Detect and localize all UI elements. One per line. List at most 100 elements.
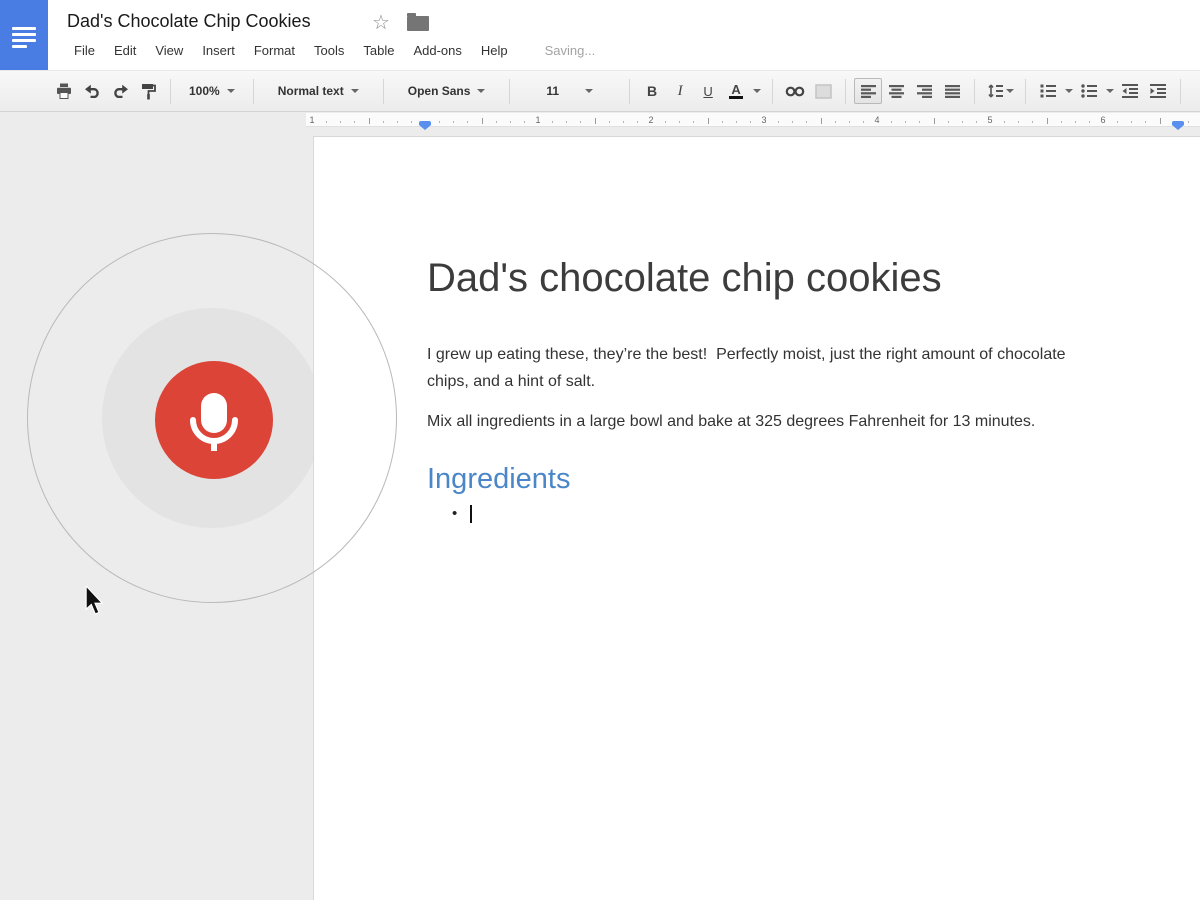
ruler-number: 5 (987, 115, 992, 125)
clear-formatting-button[interactable]: Tx (1189, 78, 1200, 104)
menu-item-insert[interactable]: Insert (199, 41, 238, 60)
bullet-list-item[interactable]: • (427, 502, 1153, 526)
menu-item-file[interactable]: File (71, 41, 98, 60)
docs-home-icon[interactable] (0, 0, 48, 70)
ruler-tick (919, 121, 920, 123)
decrease-indent-button[interactable] (1116, 78, 1144, 104)
menu-item-format[interactable]: Format (251, 41, 298, 60)
ruler-tick (1032, 121, 1033, 123)
dropdown-caret-icon (753, 89, 761, 93)
saving-status: Saving... (542, 41, 599, 60)
voice-typing-mic-button[interactable] (155, 361, 273, 479)
toolbar-separator (772, 79, 773, 104)
zoom-value: 100% (189, 84, 220, 98)
ruler-tick (750, 121, 751, 123)
font-family-select[interactable]: Open Sans (392, 78, 502, 104)
line-spacing-button[interactable] (983, 78, 1017, 104)
align-left-icon (861, 85, 876, 98)
align-justify-icon (945, 85, 960, 98)
paragraph-style-select[interactable]: Normal text (262, 78, 375, 104)
numbered-list-dropdown[interactable] (1062, 78, 1075, 104)
ruler-tick (482, 118, 483, 124)
menu-item-add-ons[interactable]: Add-ons (410, 41, 464, 60)
ruler-tick (1160, 118, 1161, 124)
ruler-tick (369, 118, 370, 124)
docs-home-icon-line (12, 39, 36, 42)
toolbar-separator (1180, 79, 1181, 104)
ruler-tick (580, 121, 581, 123)
document-title-field[interactable]: Dad's Chocolate Chip Cookies (67, 11, 311, 32)
ruler-tick (1004, 121, 1005, 123)
menu-item-table[interactable]: Table (360, 41, 397, 60)
google-docs-window: Dad's Chocolate Chip Cookies ☆ File Edit V… (0, 0, 1200, 900)
ruler-tick (566, 121, 567, 123)
toolbar-separator (509, 79, 510, 104)
ruler-tick (397, 121, 398, 123)
dropdown-caret-icon (585, 89, 593, 93)
align-justify-button[interactable] (938, 78, 966, 104)
ruler-tick (439, 121, 440, 123)
ruler-tick (806, 121, 807, 123)
ruler-tick (467, 121, 468, 123)
toolbar-separator (974, 79, 975, 104)
right-indent-marker[interactable] (1172, 121, 1184, 130)
ruler-tick (1047, 118, 1048, 124)
text-insertion-cursor (470, 505, 472, 523)
text-color-button[interactable]: A (722, 78, 750, 104)
underline-button[interactable]: U (694, 78, 722, 104)
ruler-tick (693, 121, 694, 123)
undo-button[interactable] (78, 78, 106, 104)
doc-paragraph[interactable]: Mix all ingredients in a large bowl and … (427, 408, 1153, 435)
doc-text-line: chips, and a hint of salt. (427, 368, 1153, 395)
document-page[interactable]: Dad's chocolate chip cookies I grew up e… (313, 136, 1200, 900)
bold-button[interactable]: B (638, 78, 666, 104)
menu-item-view[interactable]: View (152, 41, 186, 60)
menu-item-edit[interactable]: Edit (111, 41, 139, 60)
bulleted-list-button[interactable] (1075, 78, 1103, 104)
insert-link-button[interactable] (781, 78, 809, 104)
ruler-number: 2 (648, 115, 653, 125)
doc-heading-title[interactable]: Dad's chocolate chip cookies (427, 255, 1153, 301)
docs-home-icon-line (12, 27, 36, 30)
doc-body-paragraphs[interactable]: I grew up eating these, they’re the best… (427, 341, 1153, 435)
dropdown-caret-icon (1065, 89, 1073, 93)
numbered-list-button[interactable] (1034, 78, 1062, 104)
insert-image-icon (815, 84, 832, 99)
toolbar-separator (170, 79, 171, 104)
align-right-button[interactable] (910, 78, 938, 104)
left-indent-marker[interactable] (419, 121, 431, 130)
doc-heading-ingredients[interactable]: Ingredients (427, 462, 1153, 496)
ruler-tick (623, 121, 624, 123)
ruler-tick (863, 121, 864, 123)
text-color-dropdown[interactable] (750, 78, 764, 104)
docs-home-icon-line (12, 45, 27, 48)
print-icon (55, 83, 73, 100)
star-icon[interactable]: ☆ (372, 10, 390, 35)
italic-button[interactable]: I (666, 78, 694, 104)
redo-button[interactable] (106, 78, 134, 104)
insert-image-button[interactable] (809, 78, 837, 104)
ruler-tick (1075, 121, 1076, 123)
paint-format-icon (140, 83, 156, 100)
ruler-tick (948, 121, 949, 123)
numbered-list-icon (1040, 84, 1056, 98)
increase-indent-button[interactable] (1144, 78, 1172, 104)
print-button[interactable] (50, 78, 78, 104)
ruler-tick (496, 121, 497, 123)
folder-icon[interactable] (407, 16, 429, 31)
menu-item-tools[interactable]: Tools (311, 41, 347, 60)
ruler-tick (736, 121, 737, 123)
zoom-select[interactable]: 100% (179, 78, 245, 104)
ruler-tick (708, 118, 709, 124)
align-left-button[interactable] (854, 78, 882, 104)
bulleted-list-dropdown[interactable] (1103, 78, 1116, 104)
ruler-tick (962, 121, 963, 123)
mic-icon (181, 387, 247, 453)
align-center-button[interactable] (882, 78, 910, 104)
doc-paragraph[interactable]: I grew up eating these, they’re the best… (427, 341, 1153, 395)
paint-format-button[interactable] (134, 78, 162, 104)
ruler-tick (849, 121, 850, 123)
line-spacing-icon (987, 84, 1003, 98)
font-size-select[interactable]: 11 (518, 78, 621, 104)
menu-item-help[interactable]: Help (478, 41, 511, 60)
